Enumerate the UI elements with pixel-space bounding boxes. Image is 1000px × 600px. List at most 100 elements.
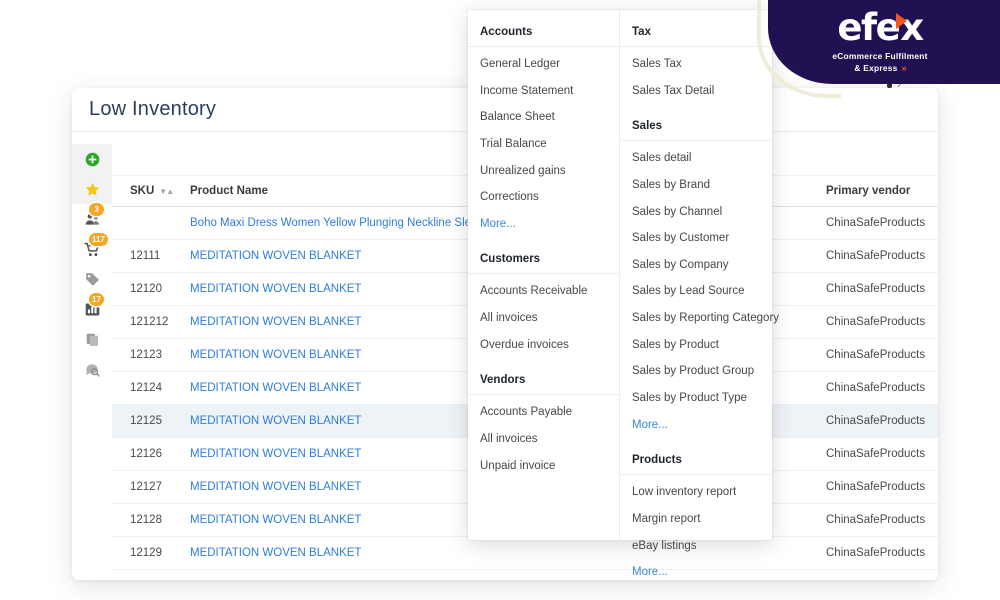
clipboard-icon bbox=[84, 331, 101, 348]
logo-tagline: eCommerce Fulfilment & Express ›› bbox=[832, 51, 927, 74]
menu-item[interactable]: Trial Balance bbox=[468, 131, 619, 158]
product-name-link[interactable]: MEDITATION WOVEN BLANKET bbox=[190, 415, 361, 427]
menu-group-title: Accounts bbox=[468, 26, 619, 47]
rail-item-cart[interactable]: 117 bbox=[72, 233, 112, 264]
table-row[interactable]: 12129 MEDITATION WOVEN BLANKET ChinaSafePr… bbox=[112, 536, 938, 570]
menu-item[interactable]: Sales by Product bbox=[620, 332, 779, 359]
menu-item[interactable]: More... bbox=[468, 211, 619, 238]
brand-logo: efe x eCommerce Fulfilment & Express ›› bbox=[768, 9, 992, 74]
star-icon bbox=[84, 181, 101, 198]
cell-primary-vendor: ChinaSafeProducts bbox=[810, 338, 938, 372]
menu-item[interactable]: Sales by Reporting Category bbox=[620, 305, 779, 332]
menu-item[interactable]: Sales Tax bbox=[620, 51, 779, 78]
menu-item[interactable]: Margin report bbox=[620, 506, 779, 533]
menu-item[interactable]: Overdue invoices bbox=[468, 332, 619, 359]
add-icon bbox=[84, 151, 101, 168]
product-name-link[interactable]: MEDITATION WOVEN BLANKET bbox=[190, 514, 361, 526]
chevron-accent-icon bbox=[896, 13, 908, 29]
cell-sku bbox=[112, 206, 190, 240]
rail-item-clipboard[interactable] bbox=[72, 324, 112, 354]
product-name-link[interactable]: Boho Maxi Dress Women Yellow Plunging Ne… bbox=[190, 217, 492, 229]
cell-primary-vendor: ChinaSafeProducts bbox=[810, 371, 938, 405]
rail-item-add[interactable] bbox=[72, 144, 112, 174]
menu-group: Vendors Accounts Payable All invoices Unpai… bbox=[468, 374, 619, 479]
column-header-sku[interactable]: SKU ▼▲ bbox=[112, 176, 190, 207]
product-name-link[interactable]: MEDITATION WOVEN BLANKET bbox=[190, 481, 361, 493]
tagline-line-2-row: & Express ›› bbox=[832, 62, 927, 74]
menu-item[interactable]: Sales by Brand bbox=[620, 172, 779, 199]
menu-item[interactable]: Sales Tax Detail bbox=[620, 78, 779, 105]
product-name-link[interactable]: MEDITATION WOVEN BLANKET bbox=[190, 349, 361, 361]
cell-primary-vendor: ChinaSafeProducts bbox=[810, 437, 938, 471]
rail-badge: 17 bbox=[89, 293, 104, 306]
cell-primary-vendor: ChinaSafeProducts bbox=[810, 272, 938, 306]
product-name-link[interactable]: MEDITATION WOVEN BLANKET bbox=[190, 283, 361, 295]
menu-group-title: Sales bbox=[620, 120, 780, 142]
cell-sku: 12128 bbox=[112, 503, 190, 537]
screenshot-root: efe x eCommerce Fulfilment & Express ›› L… bbox=[0, 0, 1000, 600]
menu-item[interactable]: Income Statement bbox=[468, 78, 619, 105]
menu-item[interactable]: Sales by Product Group bbox=[620, 358, 779, 385]
product-name-link[interactable]: MEDITATION WOVEN BLANKET bbox=[190, 250, 361, 262]
rail-item-customers[interactable]: 3 bbox=[72, 203, 112, 234]
sort-arrows-icon[interactable]: ▼▲ bbox=[159, 187, 174, 196]
column-header-primary-vendor[interactable]: Primary vendor bbox=[810, 176, 938, 207]
menu-group-title: Tax bbox=[620, 26, 780, 47]
menu-item[interactable]: Low inventory report bbox=[620, 479, 779, 506]
menu-item[interactable]: General Ledger bbox=[468, 51, 619, 78]
page-title: Low Inventory bbox=[89, 98, 217, 120]
menu-item[interactable]: More... bbox=[620, 559, 779, 586]
menu-item[interactable]: Sales by Lead Source bbox=[620, 278, 779, 305]
rail-badge: 117 bbox=[89, 233, 108, 246]
menu-item[interactable]: All invoices bbox=[468, 305, 619, 332]
menu-item[interactable]: More... bbox=[620, 412, 779, 439]
cell-primary-vendor bbox=[810, 569, 938, 580]
menu-item[interactable]: Sales by Company bbox=[620, 252, 779, 279]
menu-group-spacer bbox=[620, 110, 779, 120]
menu-group: Products Low inventory report Margin repor… bbox=[620, 454, 780, 586]
cell-sku: 12127 bbox=[112, 470, 190, 504]
menu-item[interactable]: Unrealized gains bbox=[468, 158, 619, 185]
cell-sku: 121212 bbox=[112, 305, 190, 339]
menu-group-spacer bbox=[468, 364, 619, 374]
menu-item[interactable]: All invoices bbox=[468, 426, 619, 453]
logo-wordmark: efe x bbox=[837, 9, 924, 46]
cell-sku: 12123 bbox=[112, 338, 190, 372]
menu-group-spacer bbox=[620, 444, 779, 454]
product-name-link[interactable]: MEDITATION WOVEN BLANKET bbox=[190, 382, 361, 394]
cell-primary-vendor: ChinaSafeProducts bbox=[810, 206, 938, 240]
logo-x-mark: x bbox=[896, 9, 924, 46]
rail-item-tag[interactable] bbox=[72, 264, 112, 294]
tagline-line-1: eCommerce Fulfilment bbox=[832, 51, 928, 61]
cell-primary-vendor: ChinaSafeProducts bbox=[810, 404, 938, 438]
rail-item-star[interactable] bbox=[72, 174, 112, 204]
cell-primary-vendor: ChinaSafeProducts bbox=[810, 503, 938, 537]
tag-icon bbox=[84, 271, 101, 288]
menu-group: Accounts General Ledger Income Statement Ba… bbox=[468, 26, 619, 237]
cell-sku: A000001 bbox=[112, 569, 190, 580]
menu-item[interactable]: Sales by Customer bbox=[620, 225, 779, 252]
product-name-link[interactable]: MEDITATION WOVEN BLANKET bbox=[190, 547, 361, 559]
reports-dropdown-menu[interactable]: Accounts General Ledger Income Statement Ba… bbox=[468, 10, 780, 578]
menu-item[interactable]: Sales detail bbox=[620, 145, 779, 172]
rail-item-reports[interactable]: 17 bbox=[72, 293, 112, 324]
product-name-link[interactable]: MEDITATION WOVEN BLANKET bbox=[190, 316, 361, 328]
table-row[interactable]: A000001Mens Indo Surf Board ShortsRed, X… bbox=[112, 569, 938, 580]
menu-column-right: Tax Sales Tax Sales Tax Detail Sales Sales d… bbox=[620, 10, 780, 578]
menu-item[interactable]: Accounts Receivable bbox=[468, 278, 619, 305]
menu-item[interactable]: Sales by Product Type bbox=[620, 385, 779, 412]
menu-item[interactable]: Corrections bbox=[468, 184, 619, 211]
menu-item[interactable]: Balance Sheet bbox=[468, 104, 619, 131]
product-name-link[interactable]: MEDITATION WOVEN BLANKET bbox=[190, 448, 361, 460]
menu-group-title: Customers bbox=[468, 253, 619, 275]
menu-group-title: Vendors bbox=[468, 374, 619, 396]
menu-item[interactable]: Unpaid invoice bbox=[468, 453, 619, 480]
cell-sku: 12120 bbox=[112, 272, 190, 306]
rail-badge: 3 bbox=[89, 203, 104, 216]
menu-item[interactable]: Accounts Payable bbox=[468, 399, 619, 426]
menu-item[interactable]: eBay listings bbox=[620, 533, 779, 560]
tagline-line-2: & Express bbox=[854, 62, 898, 73]
menu-group: Sales Sales detail Sales by Brand Sales by … bbox=[620, 120, 780, 439]
menu-item[interactable]: Sales by Channel bbox=[620, 199, 779, 226]
rail-item-support[interactable] bbox=[72, 354, 112, 384]
